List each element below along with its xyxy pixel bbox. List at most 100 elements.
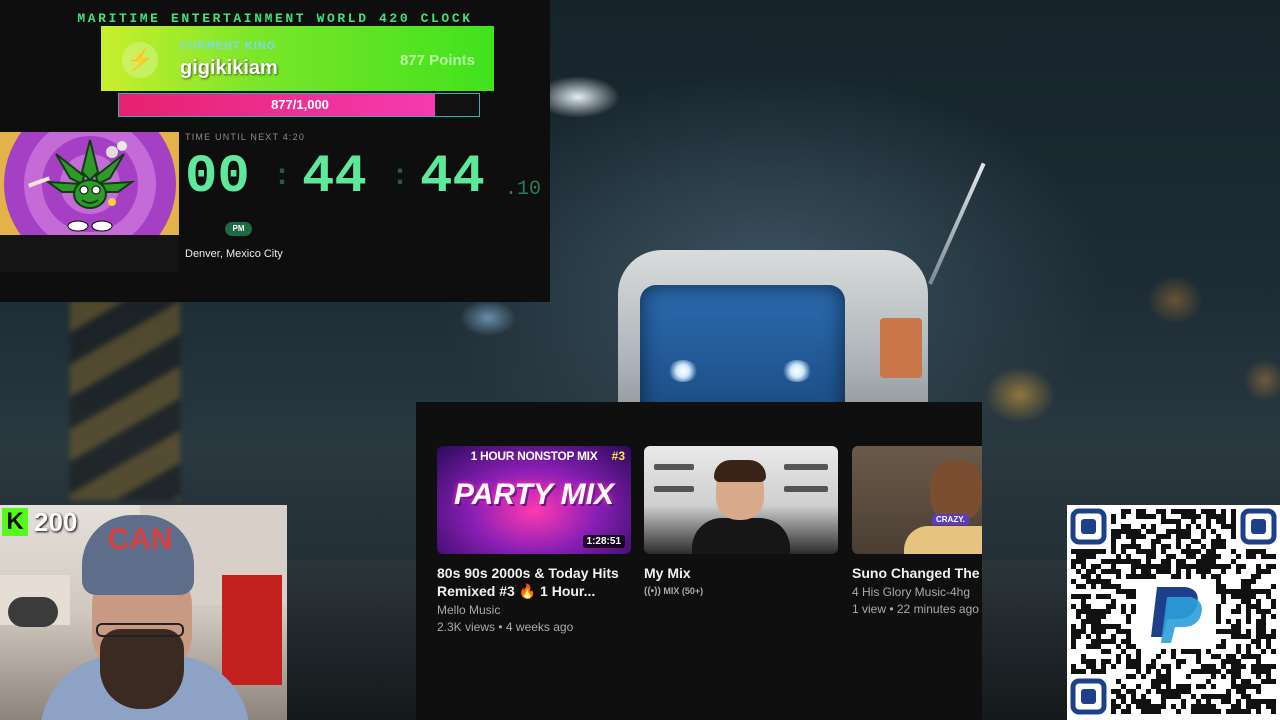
video-card[interactable]: 1 HOUR NONSTOP MIX #3 PARTY MIX 1:28:51 … bbox=[437, 446, 631, 636]
qr-module bbox=[1256, 699, 1261, 704]
qr-module bbox=[1171, 649, 1176, 654]
qr-module bbox=[1171, 554, 1176, 559]
qr-module bbox=[1196, 669, 1201, 674]
qr-module bbox=[1166, 669, 1171, 674]
qr-module bbox=[1146, 529, 1151, 534]
wall-shelf bbox=[654, 464, 694, 470]
qr-module bbox=[1266, 589, 1271, 594]
qr-module bbox=[1176, 709, 1181, 714]
qr-module bbox=[1136, 684, 1141, 689]
qr-module bbox=[1126, 544, 1131, 549]
qr-module bbox=[1166, 689, 1171, 694]
qr-module bbox=[1141, 709, 1146, 714]
qr-module bbox=[1116, 679, 1121, 684]
qr-module bbox=[1086, 554, 1091, 559]
qr-module bbox=[1221, 699, 1226, 704]
qr-module bbox=[1186, 569, 1191, 574]
qr-module bbox=[1216, 519, 1221, 524]
qr-module bbox=[1191, 514, 1196, 519]
qr-module bbox=[1081, 669, 1086, 674]
qr-module bbox=[1186, 574, 1191, 579]
qr-module bbox=[1256, 624, 1261, 629]
qr-module bbox=[1251, 574, 1256, 579]
qr-module bbox=[1216, 564, 1221, 569]
qr-module bbox=[1271, 709, 1276, 714]
qr-module bbox=[1186, 544, 1191, 549]
qr-module bbox=[1076, 669, 1081, 674]
video-title[interactable]: 80s 90s 2000s & Today Hits Remixed #3 🔥 … bbox=[437, 564, 631, 600]
qr-module bbox=[1256, 574, 1261, 579]
video-title[interactable]: My Mix bbox=[644, 564, 838, 582]
qr-module bbox=[1271, 614, 1276, 619]
beard bbox=[100, 629, 184, 709]
qr-module bbox=[1251, 654, 1256, 659]
qr-module bbox=[1141, 574, 1146, 579]
qr-module bbox=[1136, 669, 1141, 674]
timezone-cities: Denver, Mexico City bbox=[185, 248, 283, 260]
qr-module bbox=[1161, 564, 1166, 569]
qr-module bbox=[1201, 574, 1206, 579]
qr-module bbox=[1231, 709, 1236, 714]
video-thumbnail[interactable]: 1 HOUR NONSTOP MIX #3 PARTY MIX 1:28:51 bbox=[437, 446, 631, 554]
video-card[interactable]: CRAZY. Suno Changed The G 4 His Glory Mu… bbox=[852, 446, 982, 618]
qr-module bbox=[1131, 594, 1136, 599]
video-card[interactable]: My Mix ((•)) MIX (50+) bbox=[644, 446, 838, 599]
paypal-qr-code[interactable] bbox=[1067, 505, 1280, 720]
qr-module bbox=[1136, 514, 1141, 519]
qr-module bbox=[1091, 619, 1096, 624]
qr-module bbox=[1266, 664, 1271, 669]
qr-module bbox=[1221, 674, 1226, 679]
video-channel[interactable]: 4 His Glory Music-4hg bbox=[852, 584, 982, 601]
qr-module bbox=[1211, 514, 1216, 519]
video-channel[interactable]: Mello Music bbox=[437, 602, 631, 619]
qr-module bbox=[1121, 559, 1126, 564]
qr-module bbox=[1071, 644, 1076, 649]
qr-module bbox=[1216, 709, 1221, 714]
qr-module bbox=[1101, 649, 1106, 654]
qr-module bbox=[1131, 674, 1136, 679]
qr-module bbox=[1246, 554, 1251, 559]
qr-module bbox=[1096, 624, 1101, 629]
video-thumbnail[interactable]: CRAZY. bbox=[852, 446, 982, 554]
qr-module bbox=[1266, 564, 1271, 569]
qr-module bbox=[1176, 689, 1181, 694]
qr-module bbox=[1111, 639, 1116, 644]
qr-module bbox=[1176, 524, 1181, 529]
qr-module bbox=[1231, 514, 1236, 519]
qr-module bbox=[1271, 699, 1276, 704]
countdown-seconds: 44 bbox=[420, 147, 485, 208]
qr-module bbox=[1241, 564, 1246, 569]
video-thumbnail[interactable] bbox=[644, 446, 838, 554]
qr-module bbox=[1226, 589, 1231, 594]
qr-module bbox=[1166, 559, 1171, 564]
qr-module bbox=[1096, 579, 1101, 584]
qr-module bbox=[1161, 679, 1166, 684]
qr-module bbox=[1236, 684, 1241, 689]
qr-module bbox=[1236, 554, 1241, 559]
qr-module bbox=[1256, 659, 1261, 664]
qr-module bbox=[1076, 584, 1081, 589]
qr-module bbox=[1161, 559, 1166, 564]
qr-module bbox=[1201, 529, 1206, 534]
qr-module bbox=[1091, 584, 1096, 589]
qr-module bbox=[1216, 589, 1221, 594]
qr-module bbox=[1256, 684, 1261, 689]
qr-module bbox=[1221, 569, 1226, 574]
qr-module bbox=[1206, 704, 1211, 709]
qr-module bbox=[1261, 699, 1266, 704]
qr-module bbox=[1221, 694, 1226, 699]
qr-module bbox=[1181, 549, 1186, 554]
qr-module bbox=[1176, 574, 1181, 579]
qr-module bbox=[1256, 609, 1261, 614]
qr-module bbox=[1221, 564, 1226, 569]
qr-module bbox=[1241, 664, 1246, 669]
qr-module bbox=[1216, 619, 1221, 624]
video-title[interactable]: Suno Changed The G bbox=[852, 564, 982, 582]
points-progress-bar: 877/1,000 bbox=[118, 93, 480, 117]
qr-module bbox=[1171, 574, 1176, 579]
qr-module bbox=[1266, 699, 1271, 704]
qr-module bbox=[1166, 569, 1171, 574]
qr-module bbox=[1196, 659, 1201, 664]
qr-module bbox=[1186, 689, 1191, 694]
qr-module bbox=[1176, 509, 1181, 514]
